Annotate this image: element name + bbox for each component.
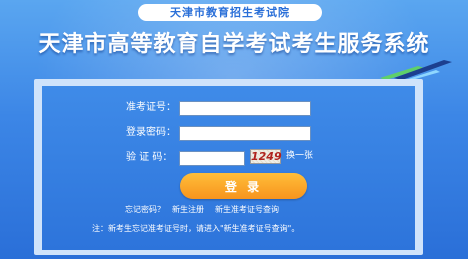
decorative-stripes-icon <box>380 60 452 80</box>
password-input[interactable] <box>179 126 311 141</box>
captcha-label: 验 证 码： <box>126 152 173 163</box>
refresh-captcha-link[interactable]: 换一张 <box>286 150 313 163</box>
notice-text: 注：新考生忘记准考证号时，请进入"新生准考证号查询"。 <box>92 224 300 233</box>
password-label: 登录密码： <box>126 127 176 138</box>
captcha-input[interactable] <box>179 151 245 166</box>
login-button[interactable]: 登 录 <box>180 173 307 199</box>
forgot-password-link[interactable]: 忘记密码？ <box>125 204 165 215</box>
page-title: 天津市高等教育自学考试考生服务系统 <box>38 32 430 57</box>
lookup-exam-id-link[interactable]: 新生准考证号查询 <box>215 204 279 215</box>
institute-name-badge: 天津市教育招生考试院 <box>138 4 322 21</box>
exam-id-label: 准考证号： <box>126 102 176 113</box>
new-register-link[interactable]: 新生注册 <box>172 204 204 215</box>
exam-id-input[interactable] <box>179 101 311 116</box>
captcha-image[interactable]: 1249 <box>250 149 282 164</box>
